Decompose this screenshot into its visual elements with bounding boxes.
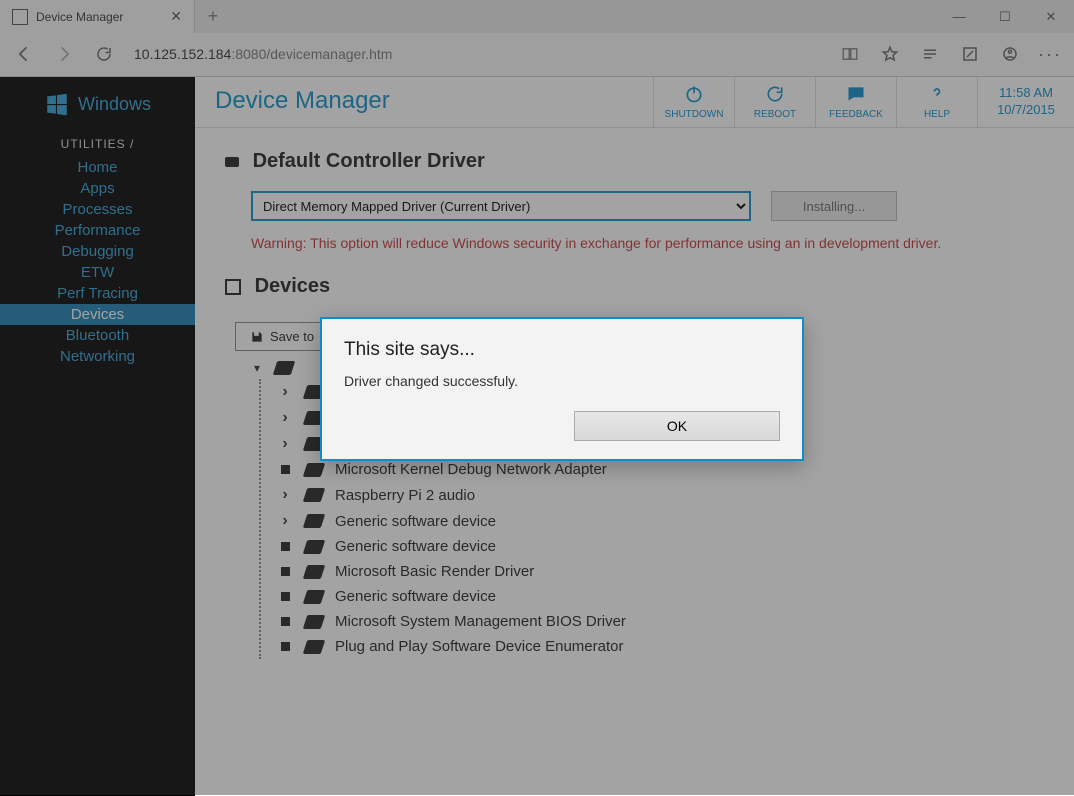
dialog-title: This site says...: [344, 339, 780, 361]
dialog-message: Driver changed successfuly.: [344, 373, 780, 389]
alert-dialog: This site says... Driver changed success…: [320, 317, 804, 461]
dialog-ok-button[interactable]: OK: [574, 411, 780, 441]
